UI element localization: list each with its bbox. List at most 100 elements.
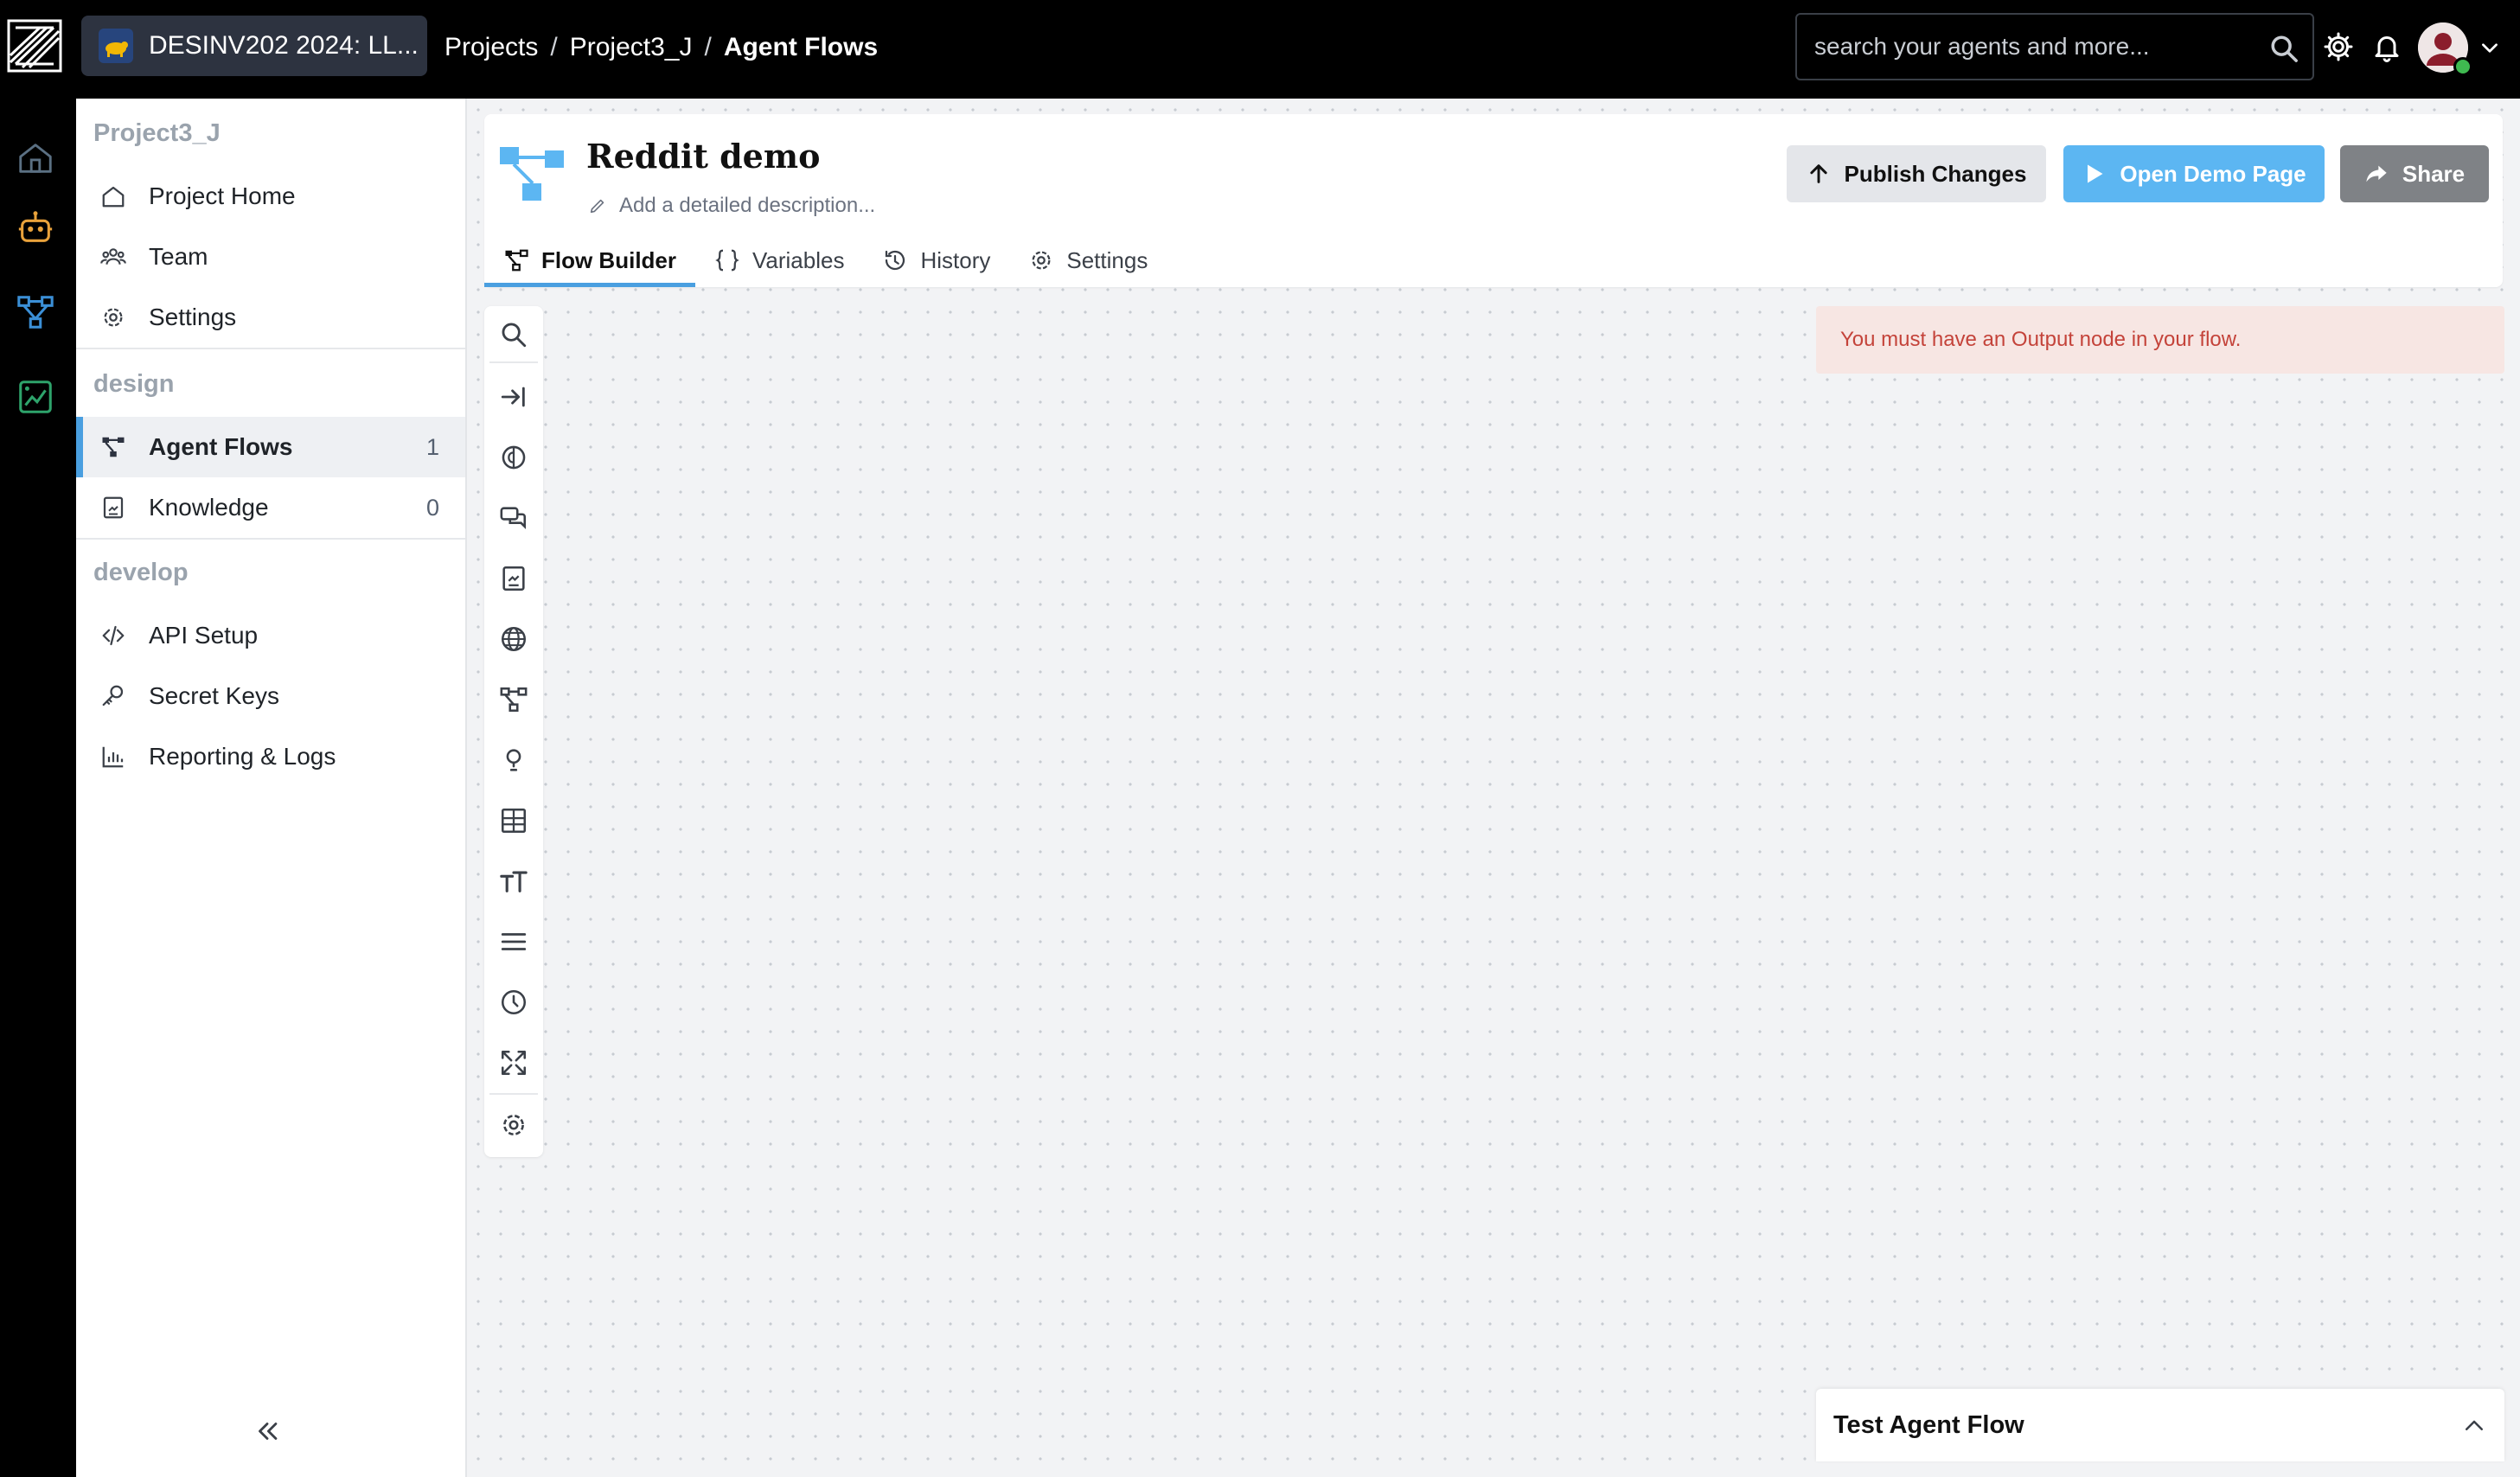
clock-icon[interactable] (499, 988, 528, 1017)
sidebar-item-secret-keys[interactable]: Secret Keys (76, 666, 465, 726)
sidebar-item-agent-flows[interactable]: Agent Flows 1 (76, 417, 465, 477)
flow-icon (505, 249, 528, 272)
search-input[interactable] (1814, 33, 2264, 61)
list-icon[interactable] (499, 927, 528, 956)
breadcrumb-project[interactable]: Project3_J (570, 33, 693, 62)
bell-icon[interactable] (2371, 31, 2402, 62)
sidebar-section-design: design (93, 370, 175, 398)
sidebar-item-label: Project Home (149, 182, 296, 209)
org-name: DESINV202 2024: LL... (149, 31, 419, 60)
breadcrumb-separator: / (550, 33, 558, 61)
project-sidebar: Project3_J Project Home Team Settings de… (76, 99, 467, 1477)
flow-logo-icon (500, 147, 564, 201)
chevron-up-icon[interactable] (2461, 1413, 2487, 1439)
search-icon[interactable] (2269, 34, 2299, 63)
breadcrumb: Projects / Project3_J / Agent Flows (445, 29, 878, 66)
share-label: Share (2402, 160, 2466, 187)
app-logo[interactable] (7, 16, 62, 76)
sidebar-item-label: API Setup (149, 622, 259, 649)
test-agent-flow-panel[interactable]: Test Agent Flow (1816, 1389, 2504, 1461)
arrow-up-icon (1809, 164, 1827, 183)
question-icon[interactable] (499, 745, 528, 775)
agent-robot-icon[interactable] (16, 208, 55, 247)
org-avatar-icon (99, 29, 133, 63)
search-icon[interactable] (499, 320, 528, 349)
sidebar-item-project-home[interactable]: Project Home (76, 166, 465, 227)
online-status-indicator (2453, 57, 2472, 76)
flow-description[interactable]: Add a detailed description... (588, 194, 875, 218)
top-bar: DESINV202 2024: LL... Projects / Project… (0, 0, 2520, 99)
org-switcher[interactable]: DESINV202 2024: LL... (81, 16, 427, 76)
flow-icon[interactable] (499, 685, 528, 714)
open-demo-page-label: Open Demo Page (2120, 160, 2306, 187)
count-badge: 1 (425, 433, 439, 460)
input-icon[interactable] (499, 382, 528, 412)
flow-title[interactable]: Reddit demo (586, 137, 820, 176)
web-icon[interactable] (499, 624, 528, 654)
gear-icon[interactable] (2323, 31, 2354, 62)
flow-header: Reddit demo Add a detailed description..… (484, 114, 2503, 287)
fit-view-icon[interactable] (499, 1048, 528, 1077)
flow-tabs: Flow Builder Variables History Settings (484, 233, 1167, 287)
sidebar-item-label: Knowledge (149, 494, 269, 521)
publish-changes-button[interactable]: Publish Changes (1787, 145, 2046, 202)
count-badge: 0 (425, 494, 439, 521)
collapse-sidebar-icon[interactable] (253, 1416, 282, 1446)
tab-settings[interactable]: Settings (1009, 233, 1167, 287)
chat-icon[interactable] (499, 503, 528, 533)
flow-description-placeholder: Add a detailed description... (619, 194, 876, 217)
flow-icon[interactable] (16, 292, 55, 332)
sidebar-item-reporting-logs[interactable]: Reporting & Logs (76, 726, 465, 787)
sidebar-item-knowledge[interactable]: Knowledge 0 (76, 477, 465, 538)
llm-icon[interactable] (499, 443, 528, 472)
knowledge-icon[interactable] (499, 564, 528, 593)
dashboard-icon[interactable] (16, 377, 55, 417)
left-rail (0, 99, 76, 1477)
sidebar-item-label: Reporting & Logs (149, 743, 336, 770)
key-icon (102, 685, 124, 707)
history-icon (886, 250, 905, 271)
share-icon (2366, 165, 2387, 182)
home-icon[interactable] (16, 138, 55, 178)
gear-icon[interactable] (499, 1110, 528, 1140)
sidebar-item-label: Secret Keys (149, 682, 279, 709)
sidebar-divider (76, 348, 465, 349)
text-icon[interactable] (499, 866, 528, 896)
sidebar-divider (76, 538, 465, 540)
chevron-down-icon[interactable] (2478, 36, 2501, 59)
tab-variables[interactable]: Variables (695, 233, 863, 287)
table-icon[interactable] (499, 806, 528, 835)
braces-icon (715, 249, 739, 272)
sidebar-item-label: Settings (149, 304, 237, 330)
sidebar-item-settings[interactable]: Settings (76, 287, 465, 348)
warning-message: You must have an Output node in your flo… (1840, 328, 2242, 351)
tab-label: Variables (752, 246, 845, 273)
sidebar-item-team[interactable]: Team (76, 227, 465, 287)
gear-icon (104, 308, 123, 327)
gear-icon (1032, 251, 1051, 270)
flow-canvas[interactable]: Reddit demo Add a detailed description..… (467, 99, 2520, 1477)
breadcrumb-separator: / (704, 33, 712, 61)
sidebar-item-api-setup[interactable]: API Setup (76, 605, 465, 666)
tab-label: History (920, 246, 991, 273)
tab-label: Settings (1066, 246, 1148, 273)
code-icon (102, 625, 125, 646)
team-icon (100, 248, 126, 265)
tab-label: Flow Builder (541, 246, 676, 273)
breadcrumb-projects[interactable]: Projects (445, 33, 538, 62)
home-icon (102, 186, 125, 208)
pencil-icon (590, 199, 604, 214)
tab-flow-builder[interactable]: Flow Builder (484, 233, 695, 287)
bar-chart-icon (102, 746, 124, 768)
toolbox-divider (489, 1093, 538, 1095)
output-node-warning: You must have an Output node in your flo… (1816, 306, 2504, 374)
share-button[interactable]: Share (2340, 145, 2489, 202)
knowledge-icon (103, 496, 124, 519)
tab-history[interactable]: History (863, 233, 1009, 287)
sidebar-project-name: Project3_J (93, 119, 221, 147)
open-demo-page-button[interactable]: Open Demo Page (2063, 145, 2325, 202)
toolbox-divider (489, 361, 538, 363)
sidebar-section-develop: develop (93, 559, 189, 586)
test-panel-title: Test Agent Flow (1833, 1410, 2024, 1439)
sidebar-item-label: Agent Flows (149, 433, 293, 460)
